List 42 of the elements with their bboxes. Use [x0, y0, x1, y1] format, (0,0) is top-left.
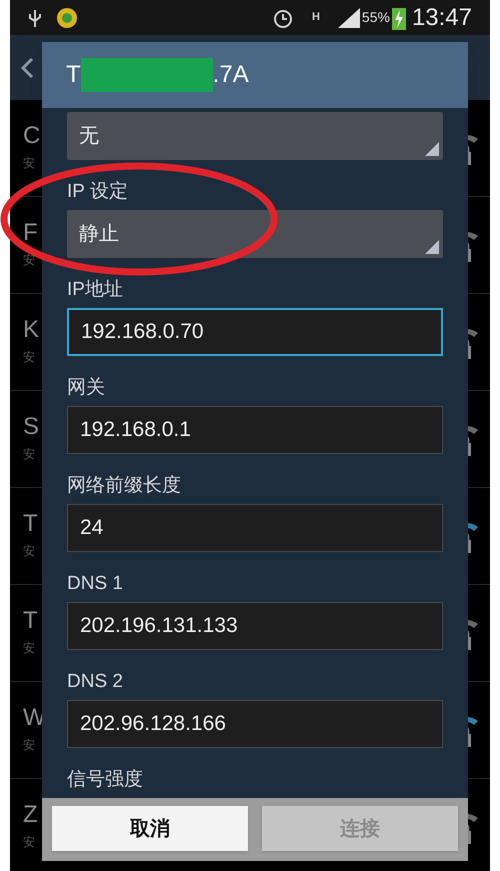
battery-charging-icon — [392, 6, 406, 30]
dropdown-corner-icon — [425, 240, 439, 254]
dropdown[interactable]: 无 — [67, 112, 443, 160]
field-label: 网络前缀长度 — [67, 476, 181, 495]
dropdown-corner-icon — [425, 142, 439, 156]
field-label: DNS 2 — [67, 672, 123, 691]
app-icon — [56, 6, 78, 28]
network-subtitle: 安 — [23, 446, 36, 463]
network-name: T — [23, 512, 38, 536]
network-name: C — [23, 124, 40, 148]
network-name: Z — [23, 803, 38, 827]
network-subtitle: 安 — [23, 640, 36, 657]
dropdown[interactable]: 静止 — [67, 210, 443, 258]
text-field[interactable]: 24 — [67, 504, 443, 552]
network-subtitle: 安 — [23, 155, 36, 172]
field-label: 信号强度 — [67, 770, 143, 789]
dialog-title: .7A — [212, 60, 249, 90]
back-icon[interactable] — [20, 56, 34, 78]
text-field[interactable]: 192.168.0.70 — [67, 308, 443, 356]
usb-icon — [28, 8, 42, 28]
network-name: S — [23, 415, 40, 439]
network-subtitle: 安 — [23, 543, 36, 560]
signal-icon — [338, 8, 360, 28]
network-subtitle: 安 — [23, 349, 36, 366]
dialog-title: T — [66, 60, 81, 90]
text-field[interactable]: 202.96.128.166 — [67, 700, 443, 748]
field-label: DNS 1 — [67, 574, 123, 593]
field-label: IP地址 — [67, 280, 123, 299]
dialog-button[interactable]: 取消 — [52, 806, 248, 851]
network-subtitle: 安 — [23, 834, 36, 851]
field-label: IP 设定 — [67, 182, 128, 201]
network-name: K — [23, 318, 40, 342]
network-name: T — [23, 609, 38, 633]
network-subtitle: 安 — [23, 737, 36, 754]
network-type: H — [312, 12, 320, 23]
text-field[interactable]: 192.168.0.1 — [67, 406, 443, 454]
network-subtitle: 安 — [23, 252, 36, 269]
text-field[interactable]: 202.196.131.133 — [67, 602, 443, 650]
battery-percent: 55% — [362, 8, 390, 27]
field-label: 网关 — [67, 378, 105, 397]
network-name: F — [23, 221, 38, 245]
clock: 13:47 — [412, 2, 472, 32]
